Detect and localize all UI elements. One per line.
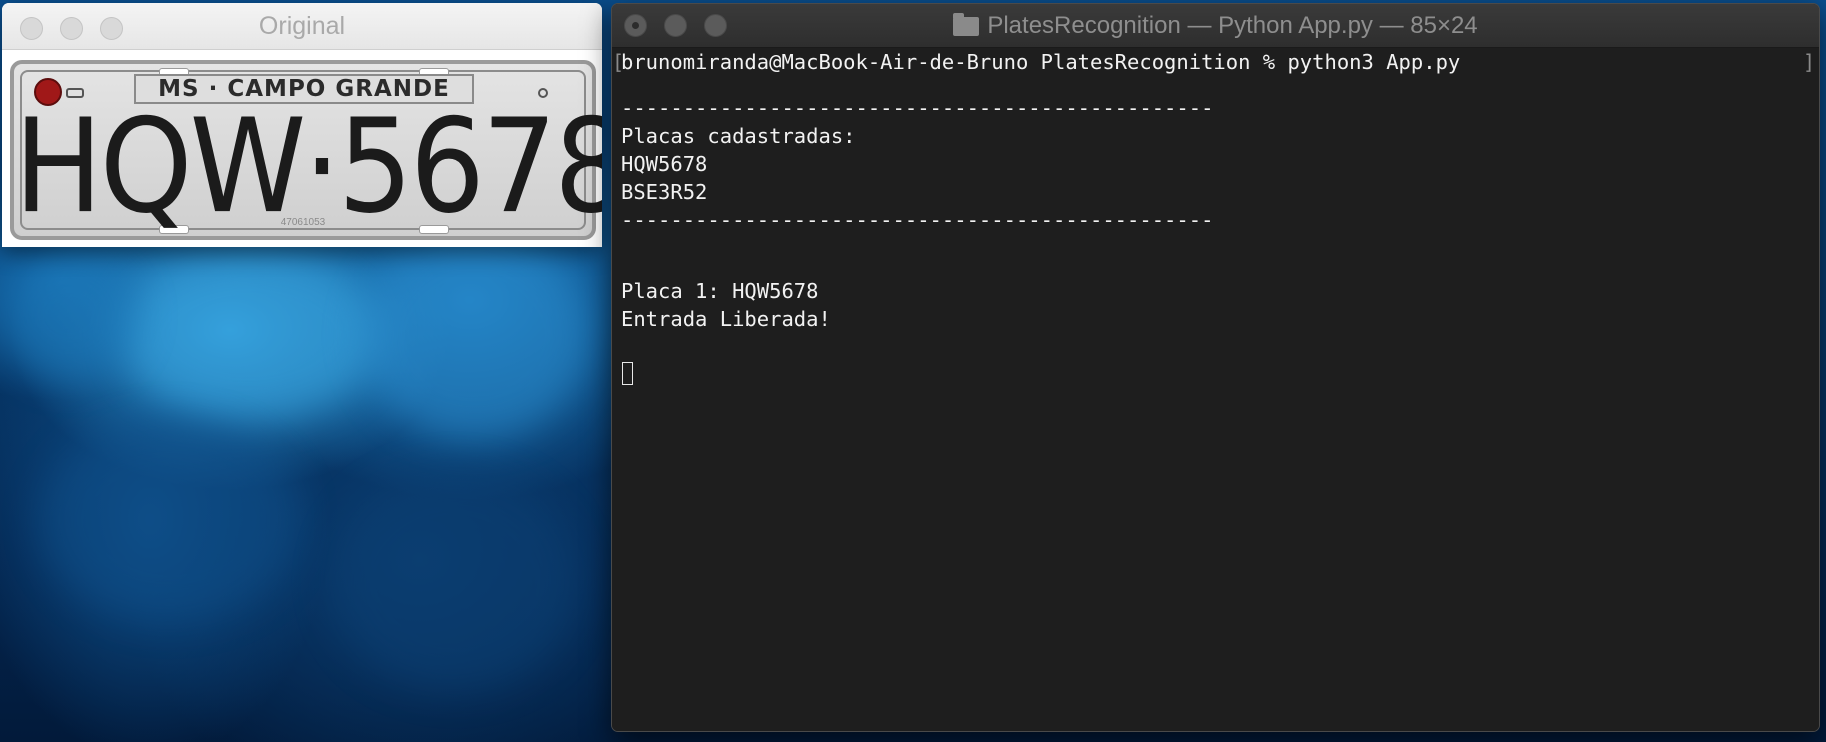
- wallpaper-smoke: [0, 250, 140, 380]
- terminal-title: PlatesRecognition — Python App.py — 85×2…: [612, 4, 1819, 47]
- plate-image: MS · CAMPO GRANDE HQW·5678 47061053: [2, 50, 602, 247]
- terminal-separator: ----------------------------------------…: [621, 208, 1214, 232]
- wallpaper-smoke: [40, 420, 300, 620]
- terminal-line: Placa 1: HQW5678: [621, 279, 819, 303]
- folder-icon: [953, 13, 980, 36]
- plate-serial: 47061053: [280, 217, 326, 228]
- license-plate: MS · CAMPO GRANDE HQW·5678 47061053: [10, 60, 602, 242]
- wallpaper-smoke: [330, 470, 580, 690]
- mark-bracket-icon: ]: [1802, 50, 1815, 74]
- original-window-titlebar[interactable]: Original: [2, 3, 602, 50]
- terminal-line: HQW5678: [621, 152, 708, 176]
- terminal-window[interactable]: PlatesRecognition — Python App.py — 85×2…: [611, 3, 1820, 732]
- wallpaper-smoke: [120, 250, 380, 420]
- terminal-cursor: [622, 362, 633, 385]
- terminal-title-text: PlatesRecognition — Python App.py — 85×2…: [987, 12, 1478, 39]
- plate-number: HQW·5678: [14, 90, 602, 242]
- terminal-titlebar[interactable]: PlatesRecognition — Python App.py — 85×2…: [612, 4, 1819, 48]
- original-image-window[interactable]: Original MS · CAMPO GRANDE HQW·5678 4706…: [2, 3, 602, 247]
- terminal-output[interactable]: [ ] brunomiranda@MacBook-Air-de-Bruno Pl…: [612, 48, 1819, 731]
- window-title: Original: [258, 12, 346, 40]
- terminal-separator: ----------------------------------------…: [621, 96, 1214, 120]
- terminal-line: Entrada Liberada!: [621, 307, 831, 331]
- wallpaper-smoke: [360, 230, 590, 440]
- terminal-prompt-line: brunomiranda@MacBook-Air-de-Bruno Plates…: [621, 50, 1461, 74]
- terminal-line: Placas cadastradas:: [621, 124, 856, 148]
- terminal-line: BSE3R52: [621, 180, 708, 204]
